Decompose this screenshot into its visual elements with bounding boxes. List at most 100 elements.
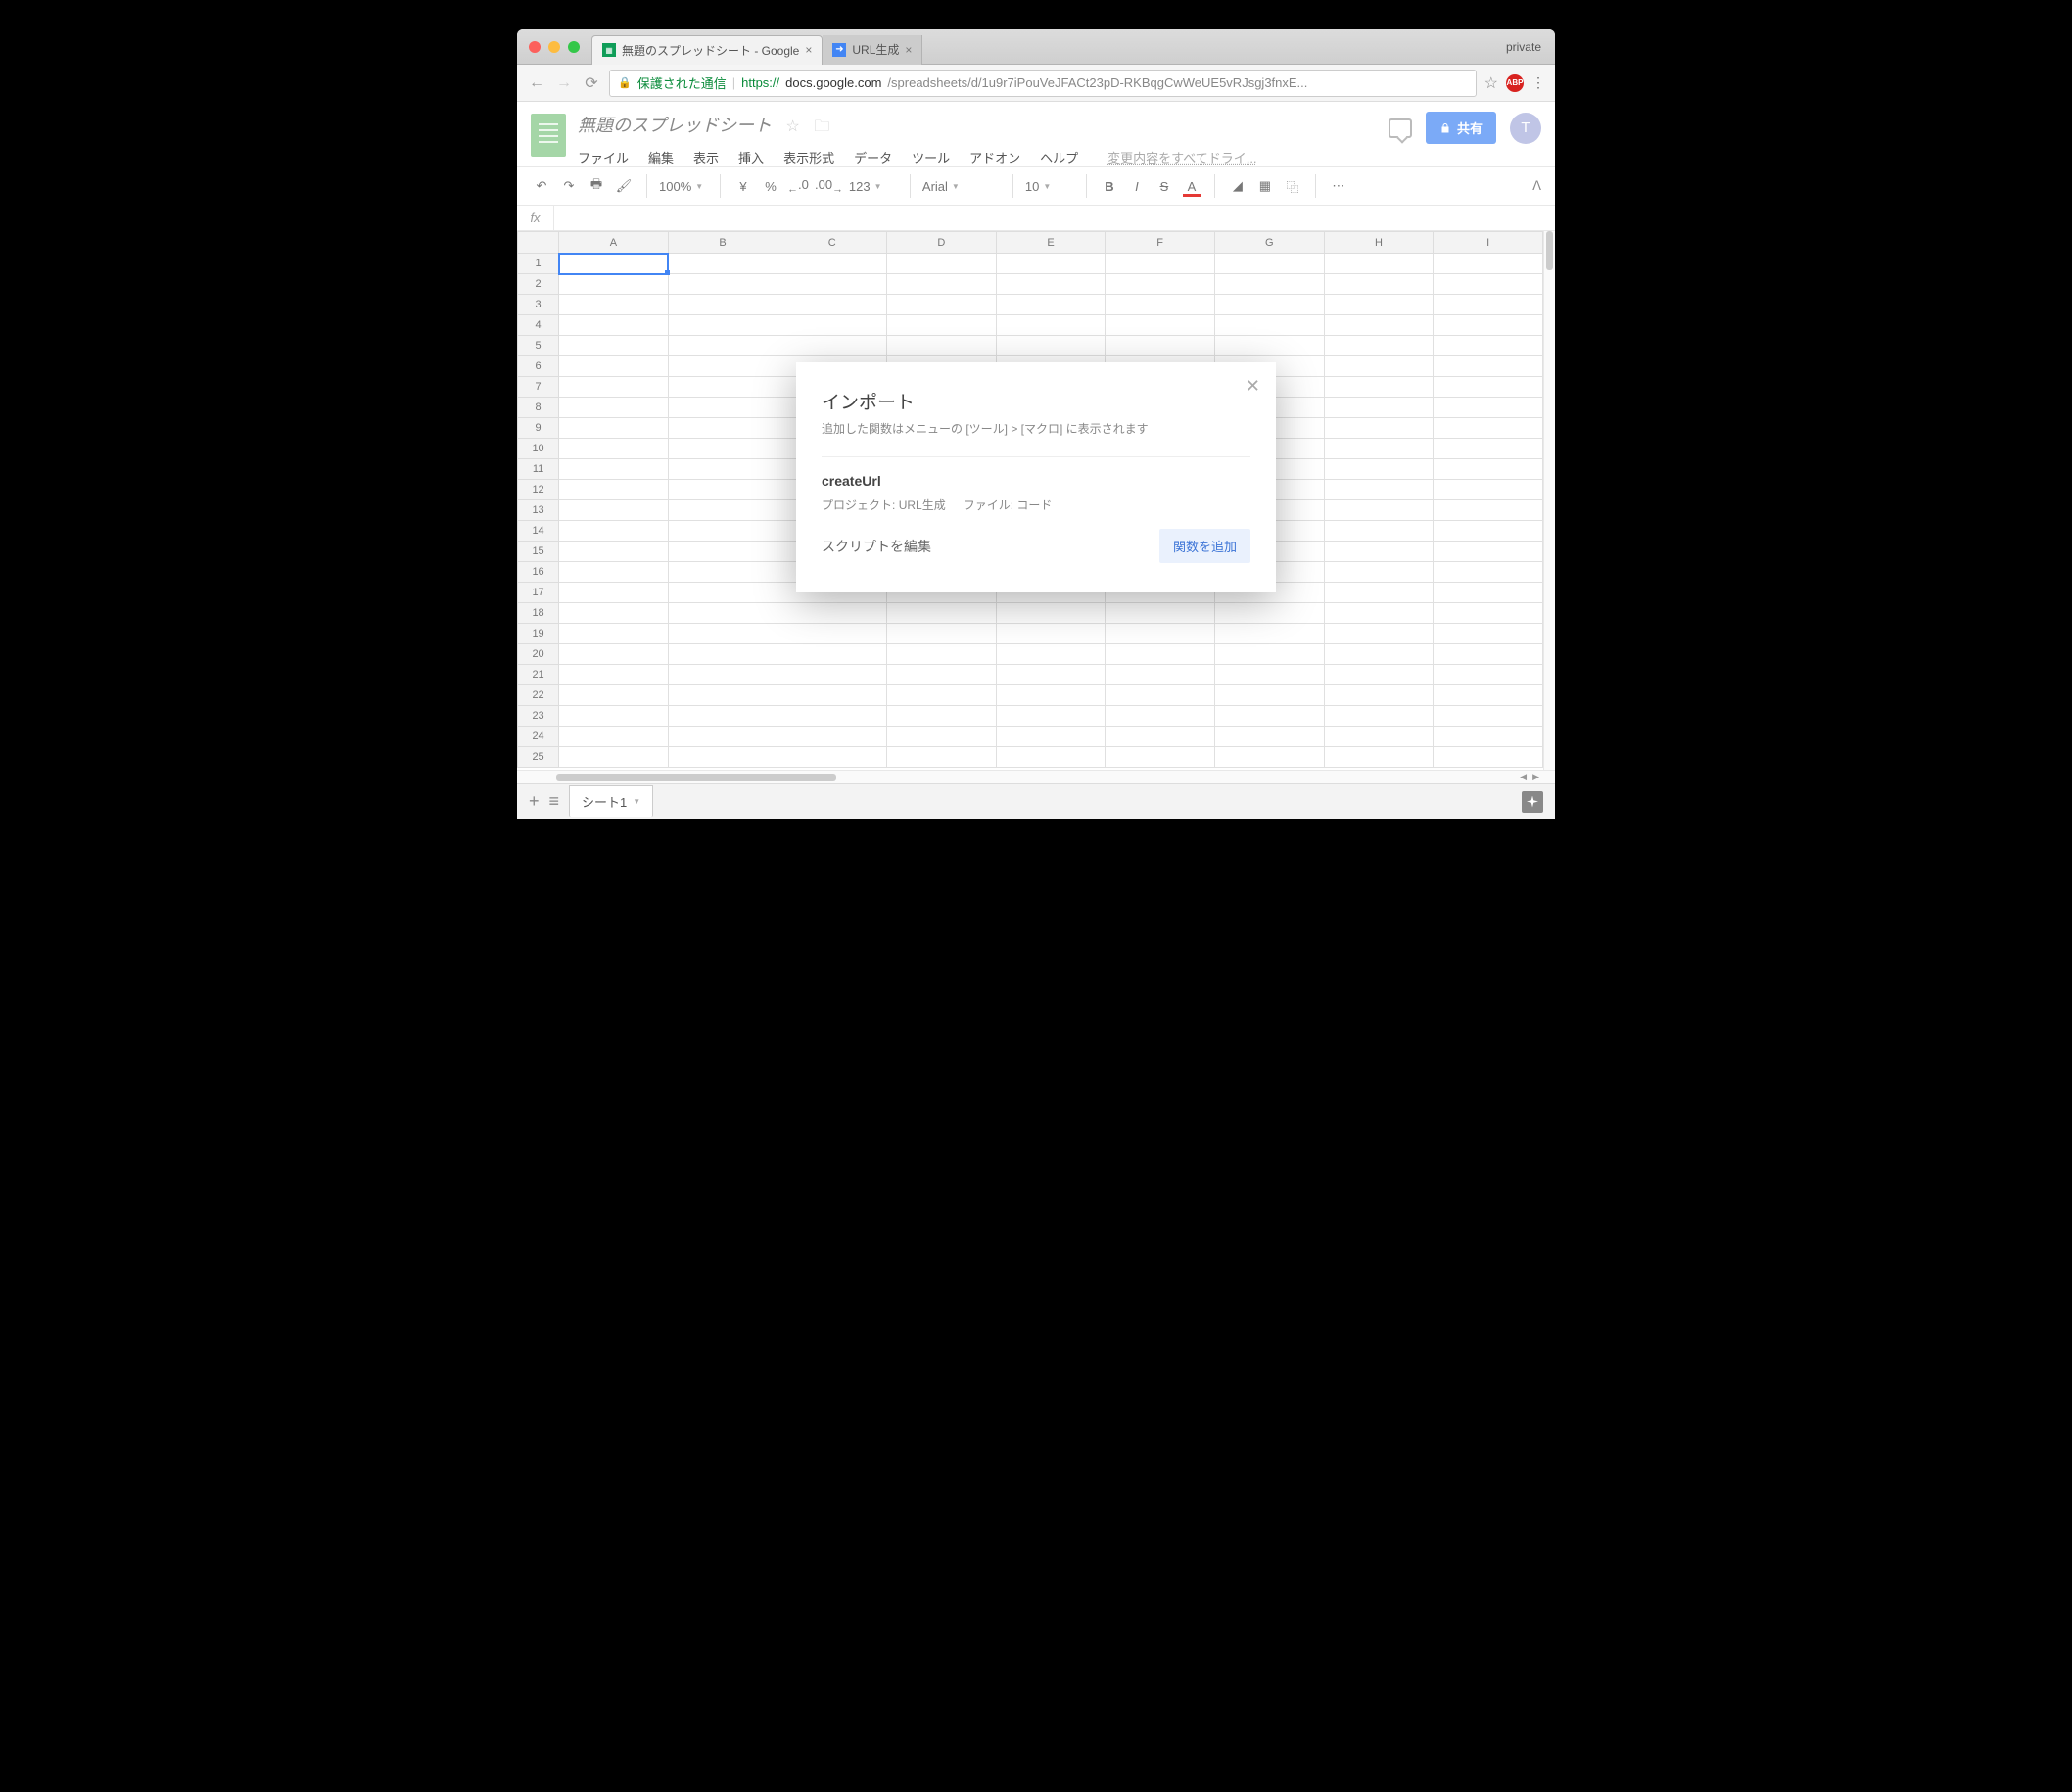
increase-decimal-button[interactable]: .00→ (815, 177, 843, 196)
cell[interactable] (1434, 377, 1543, 398)
cell[interactable] (996, 336, 1106, 356)
cell[interactable] (1214, 336, 1324, 356)
cell[interactable] (887, 315, 997, 336)
cell[interactable] (1214, 685, 1324, 706)
browser-menu-icon[interactable]: ⋮ (1531, 74, 1545, 91)
cell[interactable] (1324, 398, 1434, 418)
cell[interactable] (1434, 356, 1543, 377)
row-header[interactable]: 6 (518, 356, 559, 377)
column-header[interactable]: I (1434, 232, 1543, 254)
row-header[interactable]: 21 (518, 665, 559, 685)
close-window-icon[interactable] (529, 41, 541, 53)
cell[interactable] (1434, 747, 1543, 768)
row-header[interactable]: 4 (518, 315, 559, 336)
cell[interactable] (1106, 315, 1215, 336)
cell[interactable] (668, 542, 777, 562)
comments-icon[interactable] (1389, 118, 1412, 138)
cell[interactable] (777, 254, 887, 274)
cell[interactable] (1434, 439, 1543, 459)
browser-tab-url[interactable]: ➜ URL生成 × (823, 35, 922, 65)
column-header[interactable]: D (887, 232, 997, 254)
cell[interactable] (1434, 685, 1543, 706)
row-header[interactable]: 14 (518, 521, 559, 542)
cell[interactable] (559, 295, 669, 315)
scroll-left-icon[interactable]: ◀ (1520, 772, 1527, 782)
cell[interactable] (559, 727, 669, 747)
cell[interactable] (668, 624, 777, 644)
cell[interactable] (1324, 583, 1434, 603)
cell[interactable] (1434, 418, 1543, 439)
column-header[interactable]: B (668, 232, 777, 254)
cell[interactable] (1214, 254, 1324, 274)
cell[interactable] (996, 706, 1106, 727)
more-tools-button[interactable]: ⋯ (1328, 178, 1349, 194)
all-sheets-button[interactable]: ≡ (549, 791, 560, 812)
vertical-scrollbar[interactable] (1543, 231, 1555, 770)
cell[interactable] (777, 706, 887, 727)
row-header[interactable]: 18 (518, 603, 559, 624)
cell[interactable] (777, 274, 887, 295)
cell[interactable] (1106, 624, 1215, 644)
merge-cells-button[interactable]: ⿻ (1282, 177, 1303, 196)
cell[interactable] (887, 603, 997, 624)
row-header[interactable]: 25 (518, 747, 559, 768)
zoom-dropdown[interactable]: 100%▼ (659, 179, 708, 194)
cell[interactable] (1106, 336, 1215, 356)
cell[interactable] (1106, 644, 1215, 665)
cell[interactable] (559, 747, 669, 768)
cell[interactable] (668, 439, 777, 459)
cell[interactable] (668, 521, 777, 542)
row-header[interactable]: 12 (518, 480, 559, 500)
column-header[interactable]: F (1106, 232, 1215, 254)
save-status[interactable]: 変更内容をすべてドライ... (1107, 148, 1256, 166)
sheets-logo-icon[interactable] (531, 114, 566, 157)
share-button[interactable]: 共有 (1426, 112, 1496, 144)
cell[interactable] (1434, 295, 1543, 315)
cell[interactable] (559, 274, 669, 295)
cell[interactable] (777, 727, 887, 747)
select-all-corner[interactable] (518, 232, 559, 254)
cell[interactable] (777, 603, 887, 624)
cell[interactable] (1106, 665, 1215, 685)
column-header[interactable]: G (1214, 232, 1324, 254)
row-header[interactable]: 24 (518, 727, 559, 747)
cell[interactable] (777, 665, 887, 685)
cell[interactable] (1434, 562, 1543, 583)
cell[interactable] (1106, 685, 1215, 706)
cell[interactable] (887, 295, 997, 315)
cell[interactable] (996, 747, 1106, 768)
cell[interactable] (559, 500, 669, 521)
row-header[interactable]: 9 (518, 418, 559, 439)
account-avatar[interactable]: T (1510, 113, 1541, 144)
row-header[interactable]: 17 (518, 583, 559, 603)
cell[interactable] (668, 315, 777, 336)
cell[interactable] (1106, 274, 1215, 295)
cell[interactable] (996, 274, 1106, 295)
cell[interactable] (559, 706, 669, 727)
cell[interactable] (1434, 254, 1543, 274)
cell[interactable] (1214, 747, 1324, 768)
star-doc-icon[interactable]: ☆ (785, 118, 799, 135)
cell[interactable] (1324, 356, 1434, 377)
row-header[interactable]: 8 (518, 398, 559, 418)
bookmark-star-icon[interactable]: ☆ (1484, 73, 1498, 93)
cell[interactable] (559, 336, 669, 356)
cell[interactable] (777, 624, 887, 644)
cell[interactable] (668, 254, 777, 274)
column-header[interactable]: C (777, 232, 887, 254)
menu-insert[interactable]: 挿入 (738, 148, 764, 166)
cell[interactable] (996, 603, 1106, 624)
add-sheet-button[interactable]: + (529, 791, 540, 812)
cell[interactable] (1214, 624, 1324, 644)
cell[interactable] (1324, 336, 1434, 356)
cell[interactable] (559, 644, 669, 665)
row-header[interactable]: 16 (518, 562, 559, 583)
minimize-window-icon[interactable] (548, 41, 560, 53)
cell[interactable] (996, 727, 1106, 747)
cell[interactable] (996, 665, 1106, 685)
cell[interactable] (668, 583, 777, 603)
cell[interactable] (777, 685, 887, 706)
cell[interactable] (559, 398, 669, 418)
move-folder-icon[interactable]: 🗀 (814, 118, 829, 135)
scrollbar-thumb[interactable] (556, 774, 836, 781)
